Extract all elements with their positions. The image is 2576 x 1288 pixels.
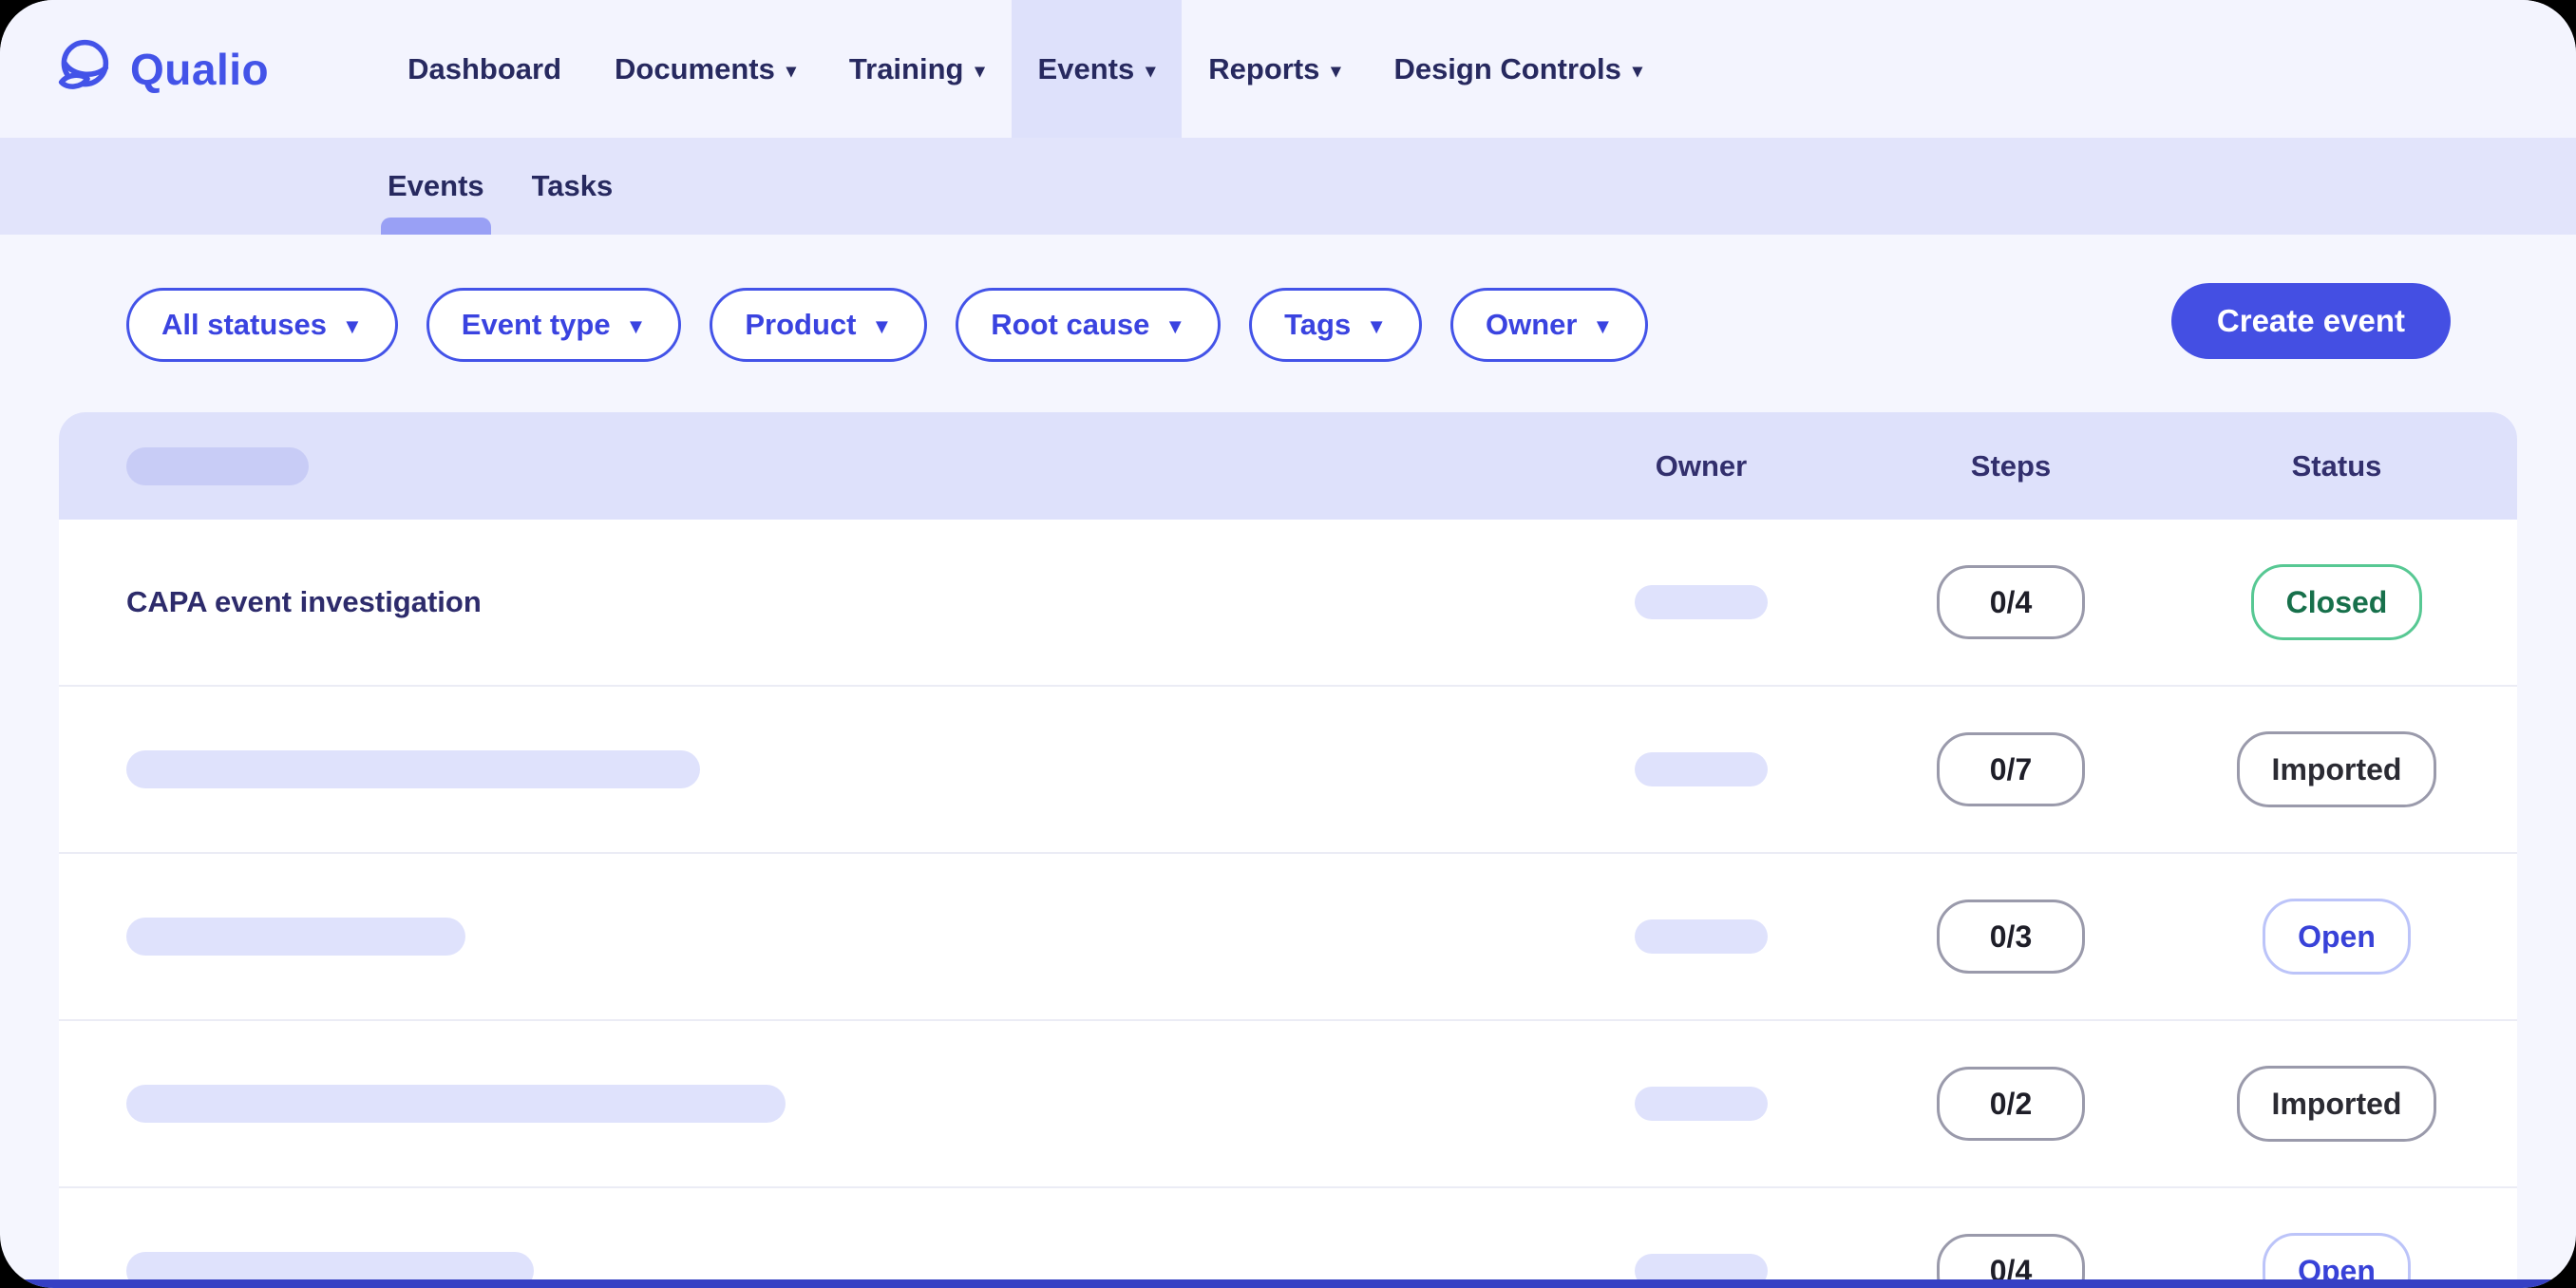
table-row[interactable]: 0/7 Imported [59,685,2517,852]
filter-label: Tags [1284,308,1351,342]
chevron-down-icon: ▾ [1633,62,1642,81]
owner-skeleton [1635,752,1768,786]
steps-badge: 0/7 [1937,732,2085,806]
filter-label: Owner [1486,308,1577,342]
nav-label: Dashboard [407,52,561,86]
filter-event-type[interactable]: Event type ▼ [426,288,682,362]
tab-label: Tasks [532,169,614,203]
tab-tasks[interactable]: Tasks [530,138,616,235]
steps-badge: 0/2 [1937,1067,2085,1141]
title-skeleton [126,1085,786,1123]
filter-owner[interactable]: Owner ▼ [1450,288,1648,362]
nav-item-design-controls[interactable]: Design Controls ▾ [1367,0,1668,138]
header-skeleton [126,447,309,485]
filter-tags[interactable]: Tags ▼ [1249,288,1422,362]
main-menu: Dashboard Documents ▾ Training ▾ Events … [381,0,1669,138]
title-skeleton [126,918,465,956]
app-window: Qualio Dashboard Documents ▾ Training ▾ … [0,0,2576,1288]
nav-item-training[interactable]: Training ▾ [823,0,1012,138]
table-row[interactable]: 0/4 Open [59,1186,2517,1288]
chevron-down-icon: ▼ [1366,316,1387,337]
nav-item-dashboard[interactable]: Dashboard [381,0,588,138]
events-table: Owner Steps Status CAPA event investigat… [59,412,2517,1288]
chevron-down-icon: ▼ [871,316,892,337]
qualio-logo-icon [52,35,115,103]
owner-skeleton [1635,1087,1768,1121]
nav-label: Design Controls [1393,52,1620,86]
filter-root-cause[interactable]: Root cause ▼ [956,288,1221,362]
title-skeleton [126,750,700,788]
chevron-down-icon: ▾ [975,62,984,81]
nav-item-documents[interactable]: Documents ▾ [588,0,823,138]
filter-label: Root cause [991,308,1149,342]
chevron-down-icon: ▾ [1331,62,1340,81]
filter-all-statuses[interactable]: All statuses ▼ [126,288,398,362]
status-badge: Imported [2237,1066,2437,1142]
column-header-owner: Owner [1537,449,1866,483]
event-title-link[interactable]: CAPA event investigation [126,585,482,618]
column-header-status: Status [2156,449,2517,483]
steps-badge: 0/4 [1937,565,2085,639]
tab-events[interactable]: Events [386,138,486,235]
filter-product[interactable]: Product ▼ [710,288,927,362]
nav-label: Training [849,52,964,86]
status-badge: Imported [2237,731,2437,807]
status-badge: Open [2263,899,2411,975]
status-badge: Closed [2251,564,2423,640]
owner-skeleton [1635,919,1768,954]
nav-label: Events [1038,52,1135,86]
owner-skeleton [1635,585,1768,619]
nav-item-events[interactable]: Events ▾ [1012,0,1183,138]
nav-item-reports[interactable]: Reports ▾ [1182,0,1367,138]
sub-nav: Events Tasks [0,138,2576,235]
brand-name: Qualio [130,44,269,95]
qualio-logo[interactable]: Qualio [52,35,269,103]
chevron-down-icon: ▼ [1592,316,1613,337]
tab-label: Events [388,169,484,203]
table-row[interactable]: 0/2 Imported [59,1019,2517,1186]
chevron-down-icon: ▼ [626,316,647,337]
nav-label: Documents [615,52,775,86]
bottom-bar [0,1279,2576,1288]
steps-badge: 0/3 [1937,900,2085,974]
chevron-down-icon: ▾ [1146,62,1155,81]
chevron-down-icon: ▼ [342,316,363,337]
filter-label: Event type [462,308,611,342]
column-header-steps: Steps [1866,449,2156,483]
table-header: Owner Steps Status [59,412,2517,520]
table-row[interactable]: 0/3 Open [59,852,2517,1019]
chevron-down-icon: ▼ [1165,316,1185,337]
nav-label: Reports [1208,52,1319,86]
filter-label: All statuses [161,308,327,342]
filter-label: Product [745,308,856,342]
active-tab-indicator [381,218,491,235]
create-event-button[interactable]: Create event [2171,283,2451,359]
top-nav: Qualio Dashboard Documents ▾ Training ▾ … [0,0,2576,138]
chevron-down-icon: ▾ [786,62,796,81]
filter-bar: All statuses ▼ Event type ▼ Product ▼ Ro… [126,288,1648,362]
table-row[interactable]: CAPA event investigation 0/4 Closed [59,520,2517,685]
